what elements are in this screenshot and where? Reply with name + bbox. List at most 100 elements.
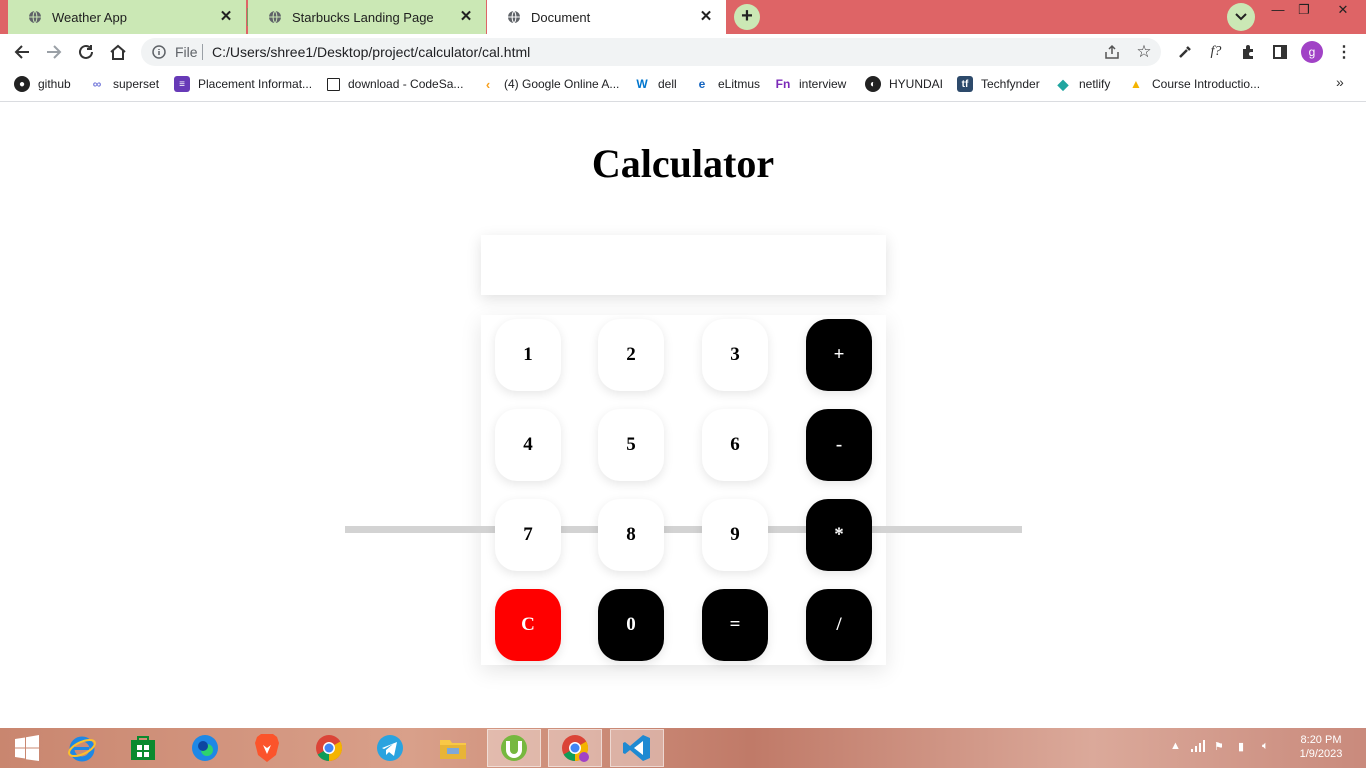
battery-icon[interactable]: ▮	[1238, 740, 1244, 753]
chrome-icon[interactable]	[302, 729, 356, 767]
bookmark-label: eLitmus	[718, 77, 761, 91]
bookmark-superset[interactable]: ∞ superset	[89, 75, 159, 93]
key-operator[interactable]: *	[806, 499, 872, 571]
address-divider	[202, 44, 203, 60]
key-digit[interactable]: 3	[702, 319, 768, 391]
superset-icon: ∞	[89, 76, 105, 92]
bookmark-dell[interactable]: W dell	[634, 75, 677, 93]
forward-button[interactable]	[42, 40, 66, 64]
arrow-left-icon	[14, 45, 29, 59]
tab-weather-app[interactable]: Weather App ✕	[8, 0, 246, 34]
bookmark-codesandbox[interactable]: download - CodeSa...	[327, 75, 463, 93]
internet-explorer-icon[interactable]	[55, 729, 109, 767]
key-digit[interactable]: 2	[598, 319, 664, 391]
side-panel-icon[interactable]	[1270, 42, 1290, 62]
bookmark-label: github	[38, 77, 71, 91]
arrow-right-icon	[47, 45, 62, 59]
key-digit[interactable]: 1	[495, 319, 561, 391]
close-icon[interactable]: ✕	[458, 9, 474, 25]
bookmark-label: HYUNDAI	[889, 77, 944, 91]
globe-icon	[29, 10, 41, 24]
store-icon[interactable]	[116, 729, 170, 767]
bookmark-label: Techfynder	[981, 77, 1040, 91]
tab-starbucks[interactable]: Starbucks Landing Page ✕	[248, 0, 486, 34]
key-digit[interactable]: 5	[598, 409, 664, 481]
file-explorer-icon[interactable]	[426, 729, 480, 767]
reload-button[interactable]	[74, 40, 98, 64]
utorrent-icon[interactable]	[487, 729, 541, 767]
info-icon[interactable]	[152, 45, 166, 59]
github-icon: ●	[14, 76, 30, 92]
globe-icon	[269, 10, 281, 24]
edge-icon[interactable]	[178, 729, 232, 767]
bookmark-interview[interactable]: Fn interview	[775, 75, 846, 93]
bookmark-label: dell	[658, 77, 677, 91]
key-operator[interactable]: /	[806, 589, 872, 661]
leetcode-icon: ‹	[480, 76, 496, 92]
taskbar-clock[interactable]: 8:20 PM 1/9/2023	[1296, 733, 1346, 761]
bookmark-netlify[interactable]: ◆ netlify	[1055, 75, 1110, 93]
windows-start-icon[interactable]	[0, 729, 54, 767]
key-clear[interactable]: C	[495, 589, 561, 661]
key-operator[interactable]: =	[702, 589, 768, 661]
bookmark-github[interactable]: ● github	[14, 75, 71, 93]
chevron-down-icon	[1235, 13, 1247, 21]
vscode-icon[interactable]	[610, 729, 664, 767]
url-text[interactable]: C:/Users/shree1/Desktop/project/calculat…	[212, 44, 530, 60]
globe-icon: ◐	[865, 76, 881, 92]
bookmark-label: download - CodeSa...	[348, 77, 464, 91]
notification-flag-icon[interactable]: ⚑	[1214, 740, 1224, 753]
key-operator[interactable]: -	[806, 409, 872, 481]
more-menu-icon[interactable]: ⋮	[1334, 42, 1354, 62]
eyedropper-icon[interactable]	[1175, 42, 1195, 62]
reload-icon	[79, 44, 93, 59]
new-tab-button[interactable]: +	[734, 4, 760, 30]
key-digit[interactable]: 8	[598, 499, 664, 571]
bookmark-hyundai[interactable]: ◐ HYUNDAI	[865, 75, 943, 93]
tf-icon: tf	[957, 76, 973, 92]
horizontal-rule	[345, 526, 1022, 533]
page-title: Calculator	[591, 141, 775, 186]
extensions-puzzle-icon[interactable]	[1238, 42, 1258, 62]
window-close-button[interactable]: ✕	[1320, 0, 1366, 22]
key-operator[interactable]: 0	[598, 589, 664, 661]
key-digit[interactable]: 7	[495, 499, 561, 571]
back-button[interactable]	[10, 40, 34, 64]
bookmark-label: interview	[799, 77, 847, 91]
bookmark-placement[interactable]: ≡ Placement Informat...	[174, 75, 312, 93]
formula-extension-icon[interactable]: f?	[1206, 42, 1226, 62]
show-hidden-icons-icon[interactable]: ▲	[1170, 740, 1181, 752]
key-digit[interactable]: 6	[702, 409, 768, 481]
netlify-icon: ◆	[1055, 76, 1071, 92]
chevron-right-double-icon[interactable]: »	[1336, 74, 1344, 90]
key-operator[interactable]: +	[806, 319, 872, 391]
close-icon[interactable]: ✕	[698, 9, 714, 25]
key-digit[interactable]: 4	[495, 409, 561, 481]
bookmark-google-online[interactable]: ‹ (4) Google Online A...	[480, 75, 619, 93]
profile-avatar[interactable]: g	[1301, 41, 1323, 63]
page-icon	[327, 77, 340, 91]
telegram-icon[interactable]	[363, 729, 417, 767]
home-icon	[110, 44, 126, 60]
close-icon[interactable]: ✕	[218, 9, 234, 25]
tab-label: Weather App	[52, 9, 127, 25]
restore-button[interactable]: ❐	[1289, 0, 1319, 22]
clock-date: 1/9/2023	[1299, 748, 1343, 760]
share-icon[interactable]	[1102, 42, 1122, 62]
bookmark-elitmus[interactable]: e eLitmus	[694, 75, 760, 93]
chrome-running-icon[interactable]	[548, 729, 602, 767]
scheme-label: File	[175, 44, 198, 60]
network-signal-icon[interactable]	[1190, 740, 1206, 755]
home-button[interactable]	[106, 40, 130, 64]
forms-icon: ≡	[174, 76, 190, 92]
tab-search-button[interactable]	[1227, 3, 1255, 31]
volume-icon[interactable]: 🔈︎	[1262, 740, 1269, 753]
tab-label: Document	[531, 9, 591, 25]
bookmark-star-icon[interactable]: ☆	[1134, 42, 1154, 62]
bookmark-course[interactable]: ▲ Course Introductio...	[1128, 75, 1260, 93]
tab-document[interactable]: Document ✕	[487, 0, 726, 34]
bookmark-techfynder[interactable]: tf Techfynder	[957, 75, 1040, 93]
brave-icon[interactable]	[240, 729, 294, 767]
bookmark-label: (4) Google Online A...	[504, 77, 620, 91]
key-digit[interactable]: 9	[702, 499, 768, 571]
